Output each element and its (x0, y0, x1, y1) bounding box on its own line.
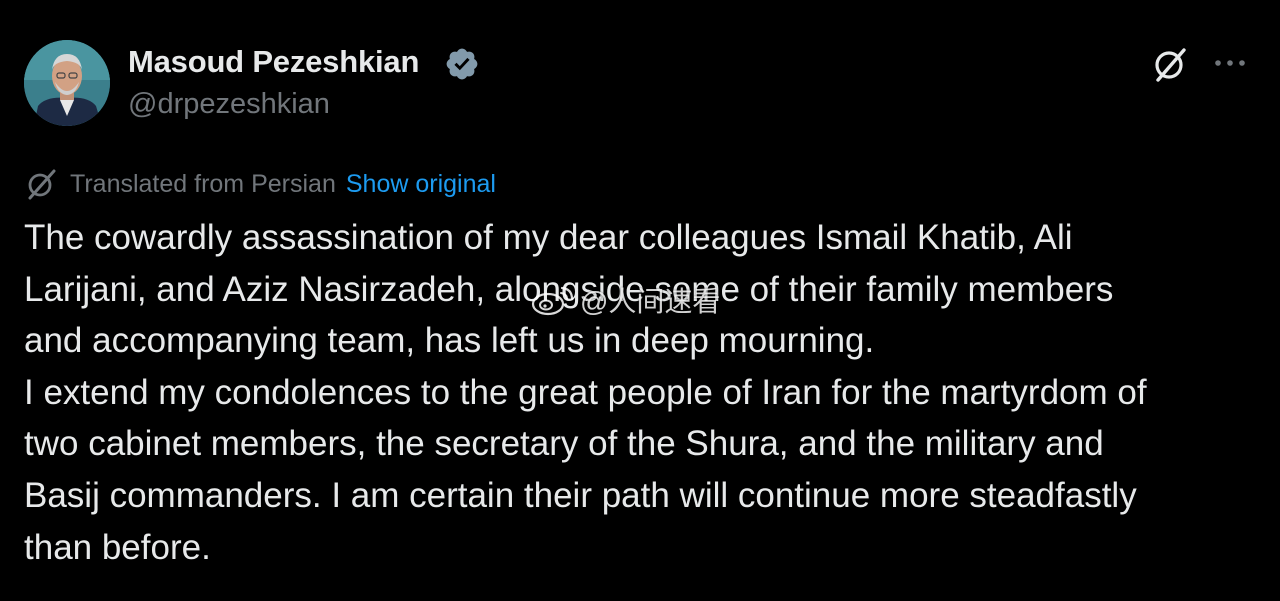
show-original-link[interactable]: Show original (346, 170, 496, 199)
tweet-line: than before. (24, 527, 211, 567)
tweet-line: The cowardly assassination of my dear co… (24, 218, 1073, 257)
tweet-line: two cabinet members, the secretary of th… (24, 424, 1104, 464)
weibo-icon (531, 286, 574, 316)
grok-slash-icon[interactable] (1150, 44, 1190, 84)
tweet-line: I extend my condolences to the great peo… (24, 372, 1147, 412)
more-horizontal-icon[interactable] (1210, 48, 1250, 78)
verified-badge-icon (446, 48, 478, 80)
watermark-text: @人间速看 (580, 286, 721, 317)
watermark: @人间速看 (528, 280, 720, 320)
tweet-line: Basij commanders. I am certain their pat… (24, 475, 1137, 515)
translated-from-label: Translated from Persian (70, 169, 336, 198)
tweet-post: Masoud Pezeshkian @drpezeshkian Translat… (0, 0, 1280, 601)
tweet-line: and accompanying team, has left us in de… (24, 321, 875, 361)
avatar[interactable] (24, 40, 110, 126)
user-handle[interactable]: @drpezeshkian (128, 88, 330, 121)
translation-row: Translated from Persian Show original (24, 167, 496, 201)
tweet-text: The cowardly assassination of my dear co… (24, 212, 1264, 573)
translate-icon (28, 169, 56, 200)
avatar-image (24, 40, 110, 126)
display-name[interactable]: Masoud Pezeshkian (128, 44, 419, 80)
